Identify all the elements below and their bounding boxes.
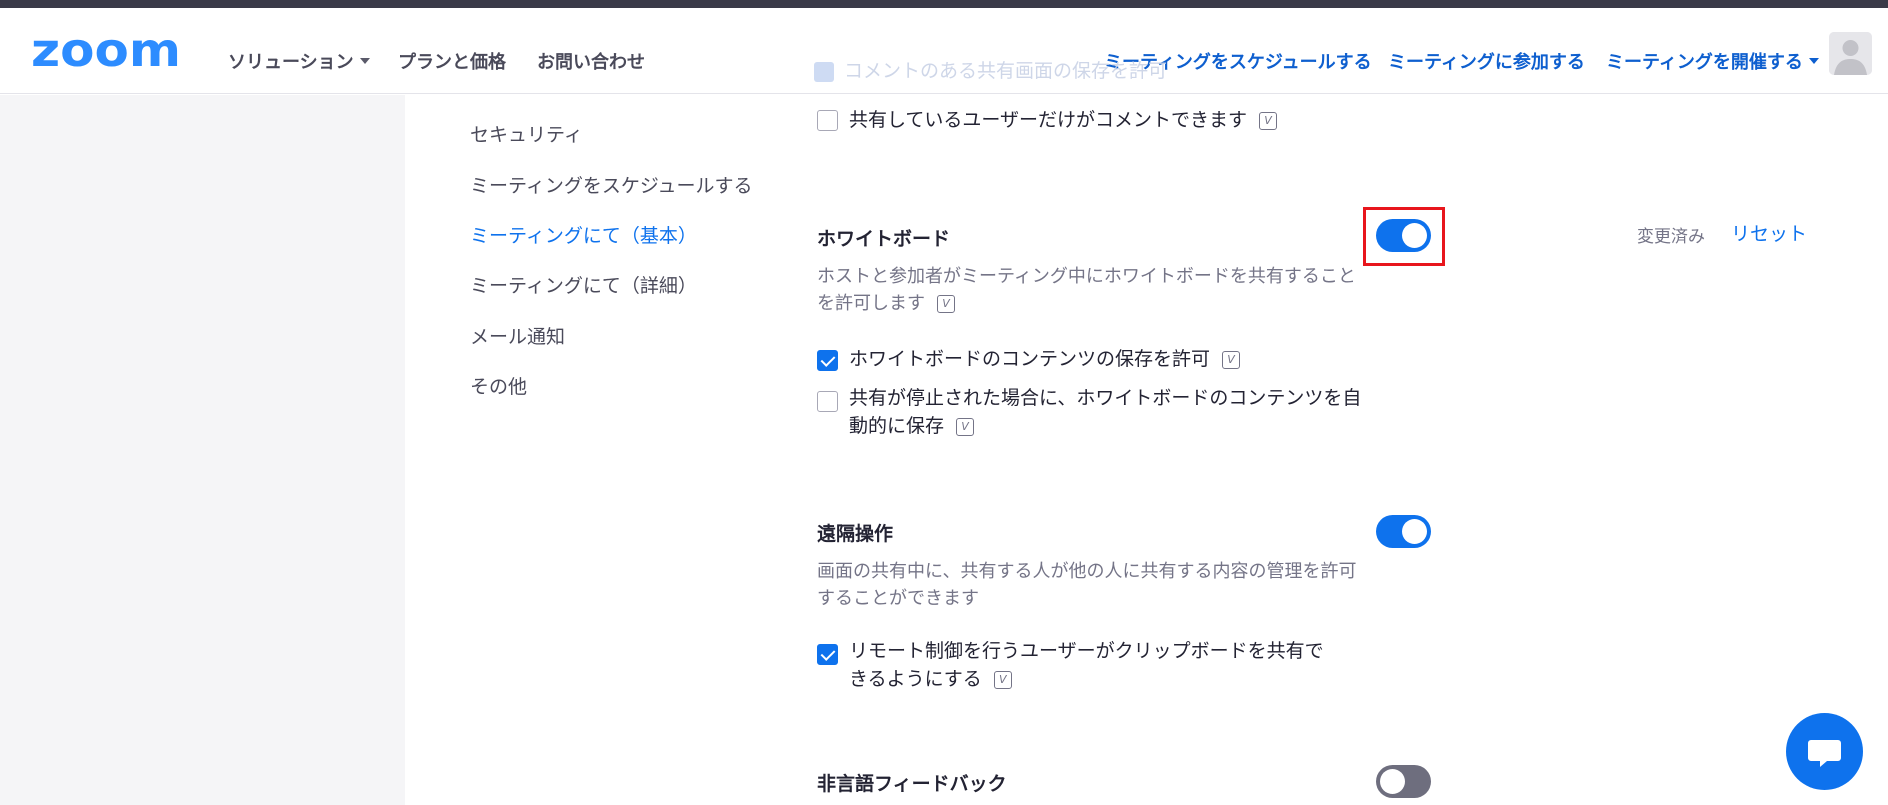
sidebar-item-security[interactable]: セキュリティ bbox=[470, 120, 583, 147]
whiteboard-autosave-option: 共有が停止された場合に、ホワイトボードのコンテンツを自動的に保存 V bbox=[849, 384, 1369, 440]
sidebar-item-label: ミーティングにて（詳細） bbox=[470, 275, 697, 297]
sidebar-item-in-meeting-advanced[interactable]: ミーティングにて（詳細） bbox=[470, 271, 697, 298]
comment-only-sharer-checkbox[interactable] bbox=[817, 110, 838, 131]
sidebar-item-schedule-meeting[interactable]: ミーティングをスケジュールする bbox=[470, 171, 753, 198]
nav-contact-label: お問い合わせ bbox=[537, 52, 645, 73]
nonverbal-feedback-title: 非言語フィードバック bbox=[817, 773, 1007, 795]
info-icon[interactable]: V bbox=[1259, 111, 1278, 130]
sidebar-item-in-meeting-basic[interactable]: ミーティングにて（基本） bbox=[470, 221, 697, 248]
option-label: 共有が停止された場合に、ホワイトボードのコンテンツを自動的に保存 bbox=[849, 387, 1362, 437]
sidebar-item-email-notification[interactable]: メール通知 bbox=[470, 322, 565, 349]
nav-solutions[interactable]: ソリューション bbox=[228, 48, 370, 74]
toggle-knob bbox=[1402, 223, 1427, 248]
chevron-down-icon bbox=[1808, 58, 1819, 64]
chat-bubble-icon bbox=[1808, 740, 1841, 767]
info-icon[interactable]: V bbox=[1222, 350, 1241, 369]
nav-plans-pricing[interactable]: プランと価格 bbox=[398, 48, 506, 74]
nav-join-label: ミーティングに参加する bbox=[1388, 52, 1585, 73]
nav-contact[interactable]: お問い合わせ bbox=[537, 48, 645, 74]
nav-solutions-label: ソリューション bbox=[228, 52, 354, 73]
remote-control-description: 画面の共有中に、共有する人が他の人に共有する内容の管理を許可することができます bbox=[817, 561, 1357, 609]
zoom-logo-icon: zoom bbox=[31, 30, 181, 72]
reset-link[interactable]: リセット bbox=[1731, 219, 1807, 246]
toggle-knob bbox=[1380, 769, 1405, 794]
nav-join-meeting[interactable]: ミーティングに参加する bbox=[1388, 48, 1585, 74]
info-icon[interactable]: V bbox=[937, 295, 955, 313]
info-icon[interactable]: V bbox=[993, 670, 1012, 689]
whiteboard-title: ホワイトボード bbox=[817, 228, 951, 250]
left-margin bbox=[0, 95, 405, 805]
sidebar-item-other[interactable]: その他 bbox=[470, 372, 527, 399]
top-strip bbox=[0, 0, 1888, 8]
ghost-checkbox bbox=[814, 61, 834, 82]
option-label: ホワイトボードのコンテンツの保存を許可 bbox=[849, 348, 1211, 370]
option-label: 共有しているユーザーだけがコメントできます bbox=[849, 109, 1248, 131]
whiteboard-description: ホストと参加者がミーティング中にホワイトボードを共有することを許可します V bbox=[817, 263, 1357, 317]
nav-host-label: ミーティングを開催する bbox=[1606, 52, 1803, 73]
whiteboard-save-content-checkbox[interactable] bbox=[817, 350, 838, 371]
user-avatar-icon bbox=[1829, 32, 1872, 75]
chevron-down-icon bbox=[359, 58, 370, 64]
comment-only-sharer-option: 共有しているユーザーだけがコメントできます V bbox=[849, 106, 1278, 134]
remote-control-title: 遠隔操作 bbox=[817, 523, 894, 545]
whiteboard-toggle[interactable] bbox=[1376, 219, 1431, 252]
sidebar-item-label: ミーティングにて（基本） bbox=[470, 225, 697, 247]
info-icon[interactable]: V bbox=[956, 417, 975, 436]
remote-clipboard-option: リモート制御を行うユーザーがクリップボードを共有できるようにする V bbox=[849, 637, 1339, 693]
modified-status: 変更済み bbox=[1637, 227, 1705, 247]
nav-host-meeting[interactable]: ミーティングを開催する bbox=[1606, 48, 1819, 74]
logo-text: zoom bbox=[31, 30, 181, 72]
whiteboard-save-content-option: ホワイトボードのコンテンツの保存を許可 V bbox=[849, 345, 1369, 373]
ghost-label: コメントのある共有画面の保存を許可 bbox=[844, 60, 1168, 82]
sidebar-item-label: ミーティングをスケジュールする bbox=[470, 175, 753, 197]
user-avatar[interactable] bbox=[1829, 32, 1872, 75]
sidebar-item-label: セキュリティ bbox=[470, 124, 583, 146]
whiteboard-autosave-checkbox[interactable] bbox=[817, 391, 838, 412]
sidebar-item-label: メール通知 bbox=[470, 326, 566, 348]
remote-control-toggle[interactable] bbox=[1376, 515, 1431, 548]
nonverbal-feedback-toggle[interactable] bbox=[1376, 765, 1431, 798]
scrolled-setting-ghost: コメントのある共有画面の保存を許可 bbox=[814, 56, 1167, 83]
remote-clipboard-checkbox[interactable] bbox=[817, 644, 838, 665]
sidebar-item-label: その他 bbox=[470, 376, 528, 398]
zoom-logo[interactable]: zoom bbox=[31, 30, 183, 72]
description-text: ホストと参加者がミーティング中にホワイトボードを共有することを許可します bbox=[817, 266, 1356, 314]
nav-plans-label: プランと価格 bbox=[398, 52, 506, 73]
toggle-knob bbox=[1402, 519, 1427, 544]
option-label: リモート制御を行うユーザーがクリップボードを共有できるようにする bbox=[849, 640, 1324, 690]
chat-support-button[interactable] bbox=[1786, 713, 1863, 790]
